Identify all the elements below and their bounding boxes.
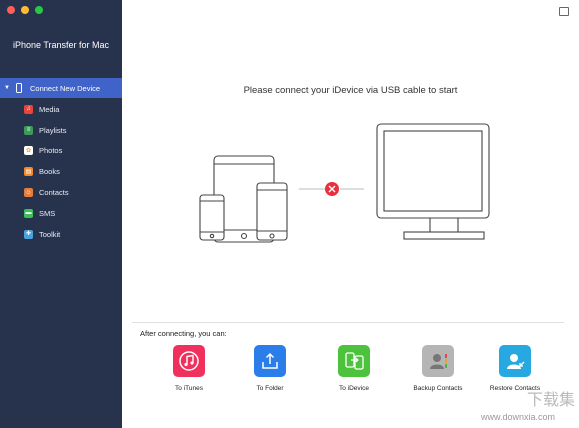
close-window-button[interactable] [7,6,15,14]
sidebar-item-label: Photos [39,146,63,156]
sidebar-item-connect-new-device[interactable]: ▼ Connect New Device [0,78,122,98]
sidebar-item-toolkit[interactable]: ✚ Toolkit [0,224,122,245]
folder-export-icon [254,345,286,377]
watermark-url: www.downxia.com [480,412,555,422]
sidebar-item-label: Playlists [39,125,67,135]
sms-icon: ▬ [24,208,33,218]
feedback-icon[interactable] [559,7,569,16]
zoom-window-button[interactable] [35,6,43,14]
music-note-icon: ♫ [24,104,33,114]
main-panel: Please connect your iDevice via USB cabl… [122,0,579,428]
sidebar-item-label: SMS [39,208,56,218]
connect-message: Please connect your iDevice via USB cabl… [243,85,458,96]
disconnected-icon [325,182,339,196]
sidebar-item-contacts[interactable]: ☺ Contacts [0,182,122,203]
app-title: iPhone Transfer for Mac [12,40,110,50]
divider [132,322,564,323]
sidebar-nav-list: ♫ Media ≡ Playlists ✿ Photos ▤ Books ☺ C… [0,99,122,245]
sidebar-item-label: Connect New Device [30,83,101,93]
action-label: To iDevice [339,385,369,392]
to-idevice-button[interactable]: To iDevice [319,345,389,392]
sidebar-item-label: Toolkit [39,229,61,239]
photos-icon: ✿ [24,146,33,156]
to-itunes-button[interactable]: To iTunes [154,345,224,392]
sidebar-item-label: Media [39,104,60,114]
itunes-icon [173,345,205,377]
phone-small-icon [199,194,225,241]
sidebar-item-label: Contacts [39,188,69,198]
connection-illustration [199,123,490,243]
action-label: Backup Contacts [413,385,463,392]
device-transfer-icon [338,345,370,377]
sidebar-item-playlists[interactable]: ≡ Playlists [0,120,122,141]
restore-contacts-icon [499,345,531,377]
action-label: To Folder [256,385,284,392]
after-connecting-label: After connecting, you can: [140,329,227,338]
backup-contacts-icon [422,345,454,377]
window-controls [7,6,43,14]
sidebar-item-media[interactable]: ♫ Media [0,99,122,120]
sidebar-item-sms[interactable]: ▬ SMS [0,203,122,224]
action-label: To iTunes [175,385,203,392]
caret-down-icon: ▼ [4,85,10,91]
backup-contacts-button[interactable]: Backup Contacts [403,345,473,392]
to-folder-button[interactable]: To Folder [235,345,305,392]
phone-large-icon [256,182,288,241]
monitor-icon [376,123,490,240]
sidebar: iPhone Transfer for Mac ▼ Connect New De… [0,0,122,428]
sidebar-item-books[interactable]: ▤ Books [0,161,122,182]
phone-icon [16,83,22,93]
playlist-icon: ≡ [24,125,33,135]
restore-contacts-button[interactable]: Restore Contacts [480,345,550,392]
sidebar-item-photos[interactable]: ✿ Photos [0,141,122,162]
watermark-logo: 下载集 [526,392,575,409]
sidebar-item-label: Books [39,167,60,177]
books-icon: ▤ [24,167,33,177]
toolkit-icon: ✚ [24,229,33,239]
contacts-icon: ☺ [24,188,33,198]
minimize-window-button[interactable] [21,6,29,14]
